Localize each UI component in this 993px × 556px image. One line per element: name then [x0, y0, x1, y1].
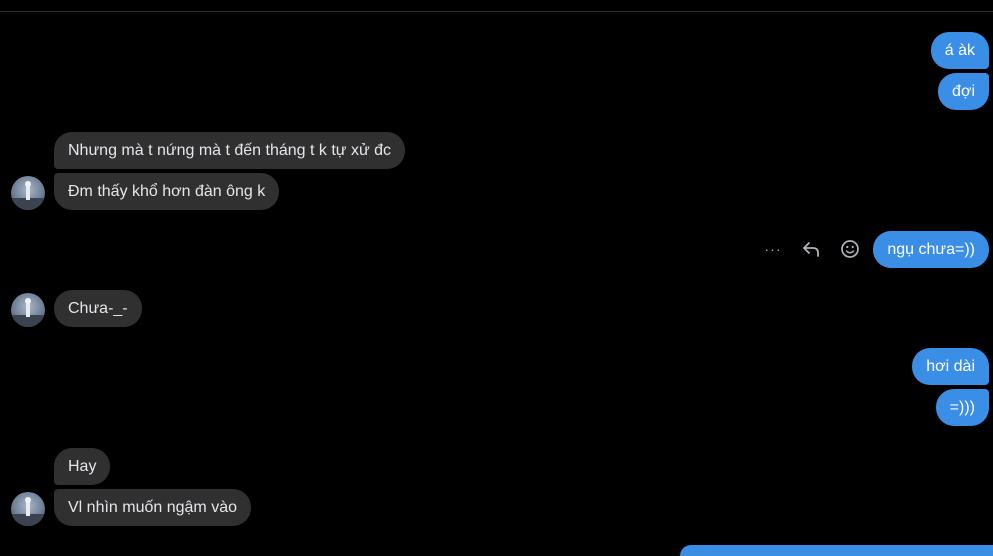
incoming-message[interactable]: Hay [54, 448, 111, 485]
outgoing-message[interactable]: ngụ chưa=)) [873, 231, 989, 268]
incoming-message[interactable]: Nhưng mà t nứng mà t đến tháng t k tự xử… [54, 132, 405, 169]
incoming-message[interactable]: Vl nhìn muốn ngậm vào [54, 489, 251, 526]
outgoing-message[interactable]: đợi [938, 73, 989, 110]
outgoing-message[interactable]: =))) [935, 389, 989, 426]
outgoing-message[interactable]: á àk [930, 32, 989, 69]
avatar[interactable] [11, 176, 45, 210]
avatar[interactable] [11, 492, 45, 526]
reply-icon[interactable] [798, 236, 824, 262]
more-options-icon[interactable]: ··· [760, 236, 786, 262]
outgoing-message[interactable]: hơi dài [912, 348, 989, 385]
incoming-message[interactable]: Chưa-_- [54, 290, 142, 327]
header-divider [0, 11, 993, 12]
emoji-react-icon[interactable] [837, 236, 863, 262]
avatar[interactable] [11, 293, 45, 327]
partial-outgoing-message[interactable] [680, 545, 993, 556]
incoming-message[interactable]: Đm thấy khổ hơn đàn ông k [54, 173, 280, 210]
